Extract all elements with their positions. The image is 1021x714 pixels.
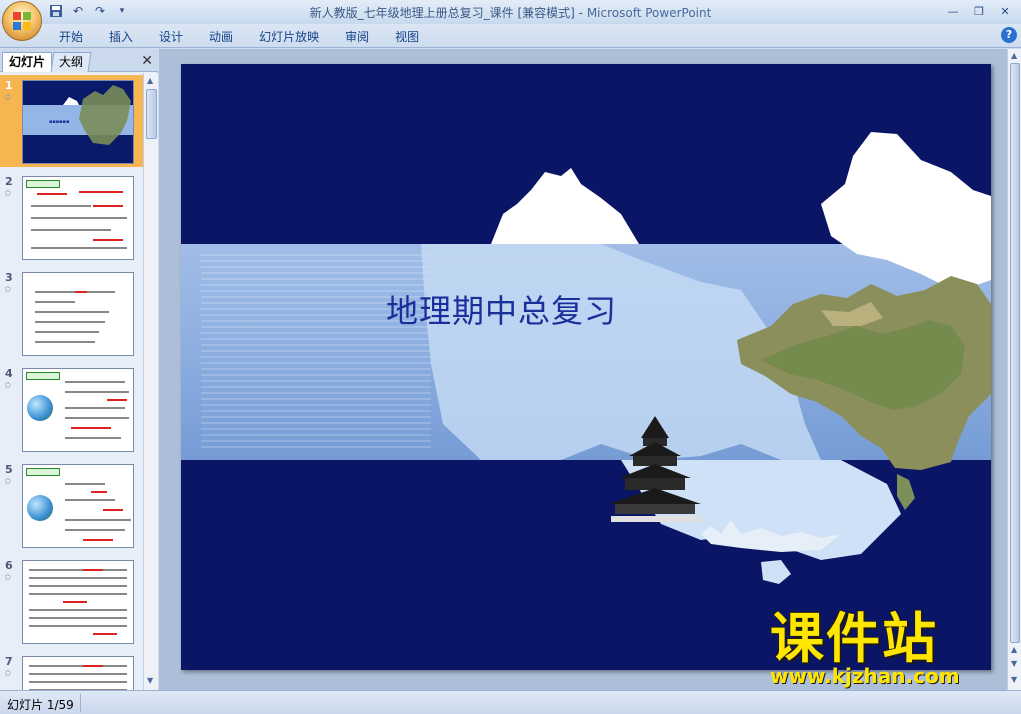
animation-star-icon: ✩ (4, 285, 12, 295)
customize-icon[interactable]: ▾ (114, 3, 130, 19)
app-name: Microsoft PowerPoint (586, 6, 712, 20)
tab-slides[interactable]: 幻灯片 (2, 52, 53, 72)
slide-editor: 地理期中总复习 (159, 49, 1007, 690)
tab-view[interactable]: 视图 (382, 28, 432, 46)
tab-outline[interactable]: 大纲 (50, 52, 92, 72)
ribbon-tab-bar: 开始 插入 设计 动画 幻灯片放映 审阅 视图 ? (0, 24, 1021, 48)
tab-slide-show[interactable]: 幻灯片放映 (246, 28, 332, 46)
current-slide[interactable]: 地理期中总复习 (181, 64, 991, 670)
tab-home[interactable]: 开始 (46, 28, 96, 46)
status-divider (80, 694, 81, 712)
slide-number: 1 (5, 79, 13, 92)
slide-number: 6 (5, 559, 13, 572)
slide-preview (22, 272, 134, 356)
slides-panel: 幻灯片 大纲 ✕ 1 ✩ ▪▪▪▪▪▪ 2 ✩ 3 ✩ 4 ✩ 5 ✩ 6 ✩ … (0, 49, 158, 690)
editor-scrollbar[interactable]: ▲ ▲ ▼ ▼ (1007, 49, 1021, 690)
slide-preview (22, 656, 134, 690)
redo-icon[interactable]: ↷ (92, 3, 108, 19)
panel-tabs: 幻灯片 大纲 ✕ (0, 49, 158, 72)
office-logo-icon (13, 12, 31, 30)
scroll-up-icon[interactable]: ▲ (147, 76, 153, 85)
animation-star-icon: ✩ (4, 93, 12, 103)
scroll-up-icon[interactable]: ▲ (1011, 51, 1017, 60)
save-icon[interactable] (48, 3, 64, 19)
ribbon-tabs: 开始 插入 设计 动画 幻灯片放映 审阅 视图 (46, 28, 432, 46)
window-title: 新人教版_七年级地理上册总复习_课件 [兼容模式] - Microsoft Po… (0, 4, 1021, 21)
slide-number: 4 (5, 367, 13, 380)
slide-thumbnail-1[interactable]: 1 ✩ ▪▪▪▪▪▪ (0, 75, 143, 167)
slide-thumbnail-list: 1 ✩ ▪▪▪▪▪▪ 2 ✩ 3 ✩ 4 ✩ 5 ✩ 6 ✩ 7 ✩ (0, 73, 143, 690)
maximize-icon[interactable]: ❐ (967, 2, 991, 20)
slide-preview (22, 368, 134, 452)
scroll-thumb[interactable] (1010, 63, 1020, 643)
tab-outline-label: 大纲 (59, 55, 84, 69)
animation-star-icon: ✩ (4, 573, 12, 583)
slide-preview: ▪▪▪▪▪▪ (22, 80, 134, 164)
slide-number: 3 (5, 271, 13, 284)
slide-number: 5 (5, 463, 13, 476)
title-bar: 新人教版_七年级地理上册总复习_课件 [兼容模式] - Microsoft Po… (0, 0, 1021, 24)
slide-thumbnail-2[interactable]: 2 ✩ (0, 171, 143, 263)
powerpoint-window: 新人教版_七年级地理上册总复习_课件 [兼容模式] - Microsoft Po… (0, 0, 1021, 714)
status-bar: 幻灯片 1/59 (0, 690, 1021, 714)
help-icon[interactable]: ? (1001, 27, 1017, 43)
title-separator: - (574, 6, 587, 20)
scroll-down-icon[interactable]: ▼ (1011, 675, 1017, 684)
tab-animations[interactable]: 动画 (196, 28, 246, 46)
close-icon[interactable]: ✕ (993, 2, 1017, 20)
quick-access-toolbar: ↶ ↷ ▾ (48, 3, 130, 19)
slide-title[interactable]: 地理期中总复习 (386, 286, 617, 332)
watermark-logo: 课件站 (770, 607, 938, 670)
document-title: 新人教版_七年级地理上册总复习_课件 [兼容模式] (309, 6, 575, 20)
tab-review[interactable]: 审阅 (332, 28, 382, 46)
tab-insert[interactable]: 插入 (96, 28, 146, 46)
slide-artwork (421, 132, 991, 584)
animation-star-icon: ✩ (4, 189, 12, 199)
slide-thumbnail-6[interactable]: 6 ✩ (0, 555, 143, 647)
animation-star-icon: ✩ (4, 477, 12, 487)
slide-number: 7 (5, 655, 13, 668)
slide-preview (22, 464, 134, 548)
undo-icon[interactable]: ↶ (70, 3, 86, 19)
office-button[interactable] (2, 1, 42, 41)
next-slide-icon[interactable]: ▼ (1011, 659, 1017, 668)
close-icon[interactable]: ✕ (141, 53, 153, 69)
thumbnail-scrollbar[interactable]: ▲ ▼ (143, 73, 158, 690)
slide-thumbnail-3[interactable]: 3 ✩ (0, 267, 143, 359)
slide-thumbnail-5[interactable]: 5 ✩ (0, 459, 143, 551)
slide-thumbnail-4[interactable]: 4 ✩ (0, 363, 143, 455)
scroll-down-icon[interactable]: ▼ (147, 676, 153, 685)
watermark-url: www.kjzhan.com (770, 664, 960, 688)
minimize-icon[interactable]: — (941, 2, 965, 20)
window-controls: — ❐ ✕ (941, 2, 1017, 20)
slide-preview (22, 176, 134, 260)
slide-number: 2 (5, 175, 13, 188)
prev-slide-icon[interactable]: ▲ (1011, 645, 1017, 654)
scroll-thumb[interactable] (146, 89, 157, 139)
tab-design[interactable]: 设计 (146, 28, 196, 46)
animation-star-icon: ✩ (4, 381, 12, 391)
svg-text:▪▪▪▪▪▪: ▪▪▪▪▪▪ (49, 119, 69, 125)
animation-star-icon: ✩ (4, 669, 12, 679)
slide-preview (22, 560, 134, 644)
slide-thumbnail-7[interactable]: 7 ✩ (0, 651, 143, 690)
slide-counter: 幻灯片 1/59 (7, 698, 74, 712)
